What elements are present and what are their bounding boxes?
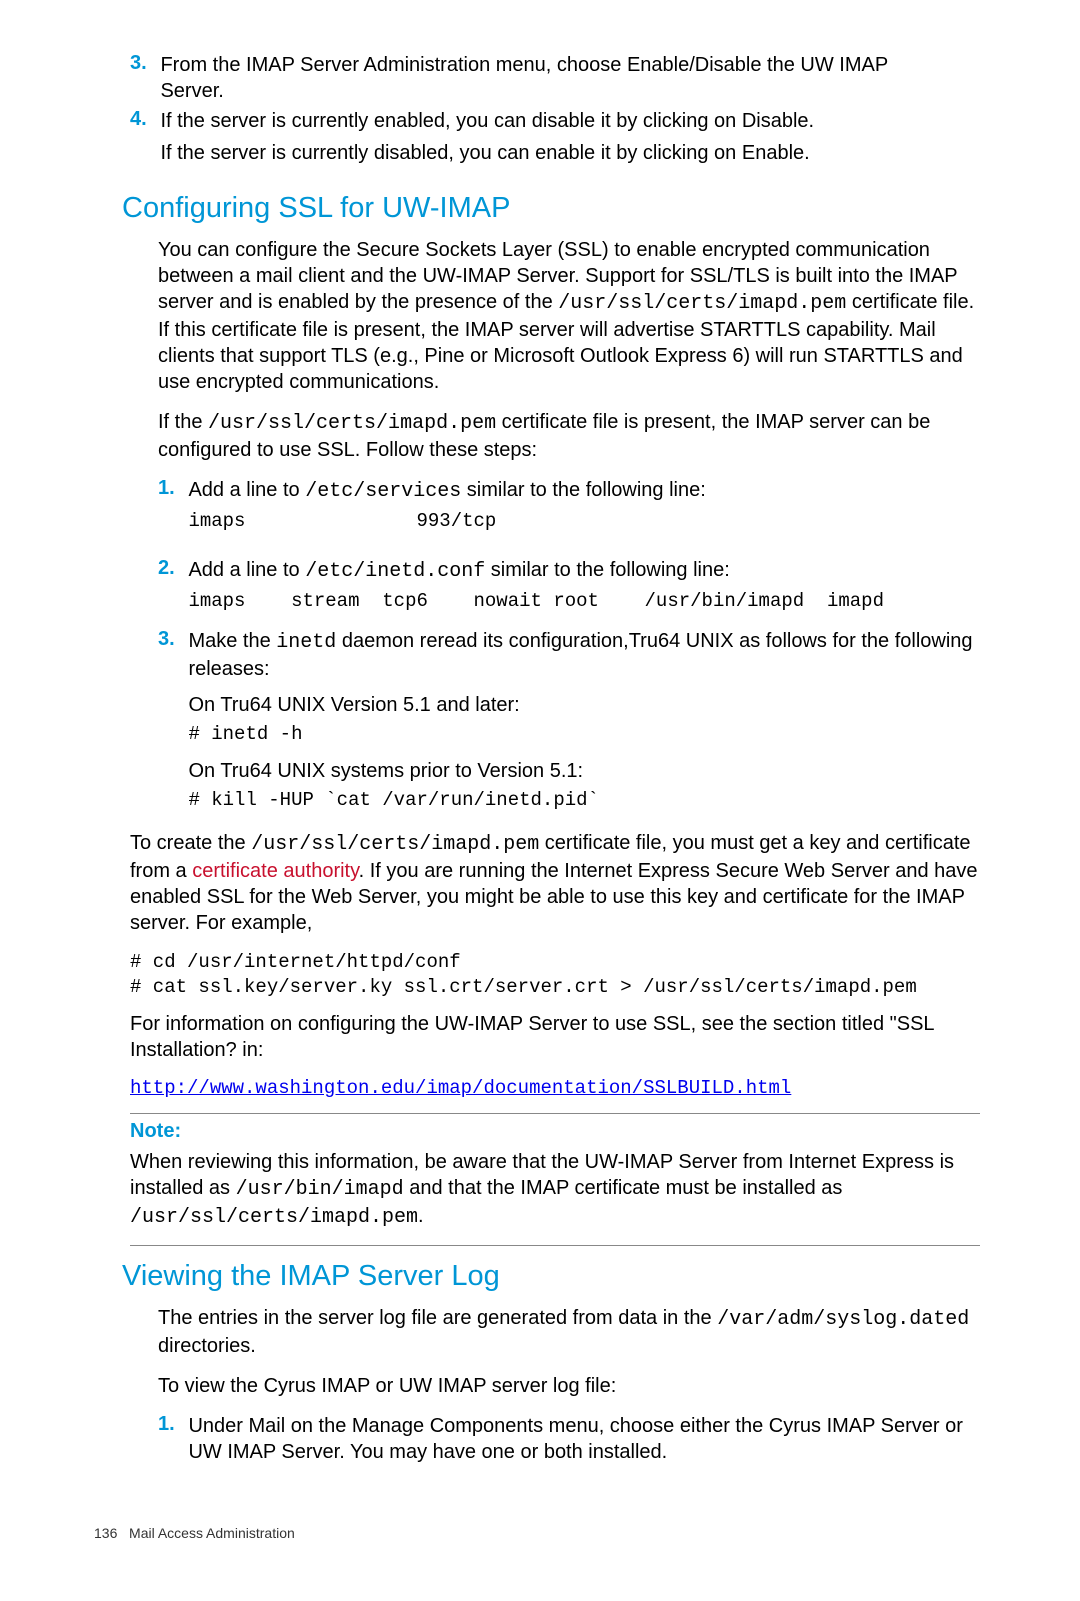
step-text: If the server is currently disabled, you… xyxy=(160,140,809,166)
external-link[interactable]: http://www.washington.edu/imap/documenta… xyxy=(130,1077,791,1099)
paragraph: The entries in the server log file are g… xyxy=(158,1305,980,1359)
page-number: 136 xyxy=(94,1525,117,1541)
code-block: imaps 993/tcp xyxy=(188,509,978,535)
step-subtext: On Tru64 UNIX Version 5.1 and later: xyxy=(188,692,978,718)
step-subtext: On Tru64 UNIX systems prior to Version 5… xyxy=(188,758,978,784)
enable-disable-steps: 3. From the IMAP Server Administration m… xyxy=(130,52,980,166)
paragraph: If the /usr/ssl/certs/imapd.pem certific… xyxy=(158,409,980,463)
step-number: 1. xyxy=(158,477,184,500)
log-step-1: 1. Under Mail on the Manage Components m… xyxy=(158,1413,980,1465)
code-block: imaps stream tcp6 nowait root /usr/bin/i… xyxy=(188,589,978,615)
step-number: 4. xyxy=(130,108,156,131)
divider xyxy=(130,1245,980,1246)
ssl-step-3: 3. Make the inetd daemon reread its conf… xyxy=(158,628,980,823)
step-text: If the server is currently enabled, you … xyxy=(160,110,814,132)
ssl-step-2: 2. Add a line to /etc/inetd.conf similar… xyxy=(158,557,980,625)
step-number: 3. xyxy=(158,628,184,651)
paragraph: To view the Cyrus IMAP or UW IMAP server… xyxy=(158,1373,980,1399)
ssl-step-1: 1. Add a line to /etc/services similar t… xyxy=(158,477,980,545)
code-block: # cd /usr/internet/httpd/conf # cat ssl.… xyxy=(130,950,980,1001)
step-number: 1. xyxy=(158,1413,184,1436)
step-number: 2. xyxy=(158,557,184,580)
step-number: 3. xyxy=(130,52,156,75)
glossary-term: certificate authority xyxy=(192,860,358,882)
code-block: # kill -HUP `cat /var/run/inetd.pid` xyxy=(188,788,978,814)
chapter-title: Mail Access Administration xyxy=(129,1525,295,1541)
step-4: 4. If the server is currently enabled, y… xyxy=(130,108,980,166)
divider xyxy=(130,1113,980,1114)
paragraph: To create the /usr/ssl/certs/imapd.pem c… xyxy=(130,830,980,936)
step-3: 3. From the IMAP Server Administration m… xyxy=(130,52,980,104)
paragraph: For information on configuring the UW-IM… xyxy=(130,1011,980,1063)
paragraph: You can configure the Secure Sockets Lay… xyxy=(158,237,980,395)
log-steps: 1. Under Mail on the Manage Components m… xyxy=(158,1413,980,1465)
step-text: Under Mail on the Manage Components menu… xyxy=(188,1413,978,1465)
ssl-steps: 1. Add a line to /etc/services similar t… xyxy=(158,477,980,824)
page-footer: 136 Mail Access Administration xyxy=(94,1525,980,1541)
note-heading: Note: xyxy=(130,1120,980,1143)
section-heading-log: Viewing the IMAP Server Log xyxy=(122,1260,980,1293)
step-text: From the IMAP Server Administration menu… xyxy=(160,52,950,104)
section-heading-ssl: Configuring SSL for UW-IMAP xyxy=(122,192,980,225)
note-body: When reviewing this information, be awar… xyxy=(130,1149,980,1231)
code-block: # inetd -h xyxy=(188,722,978,748)
